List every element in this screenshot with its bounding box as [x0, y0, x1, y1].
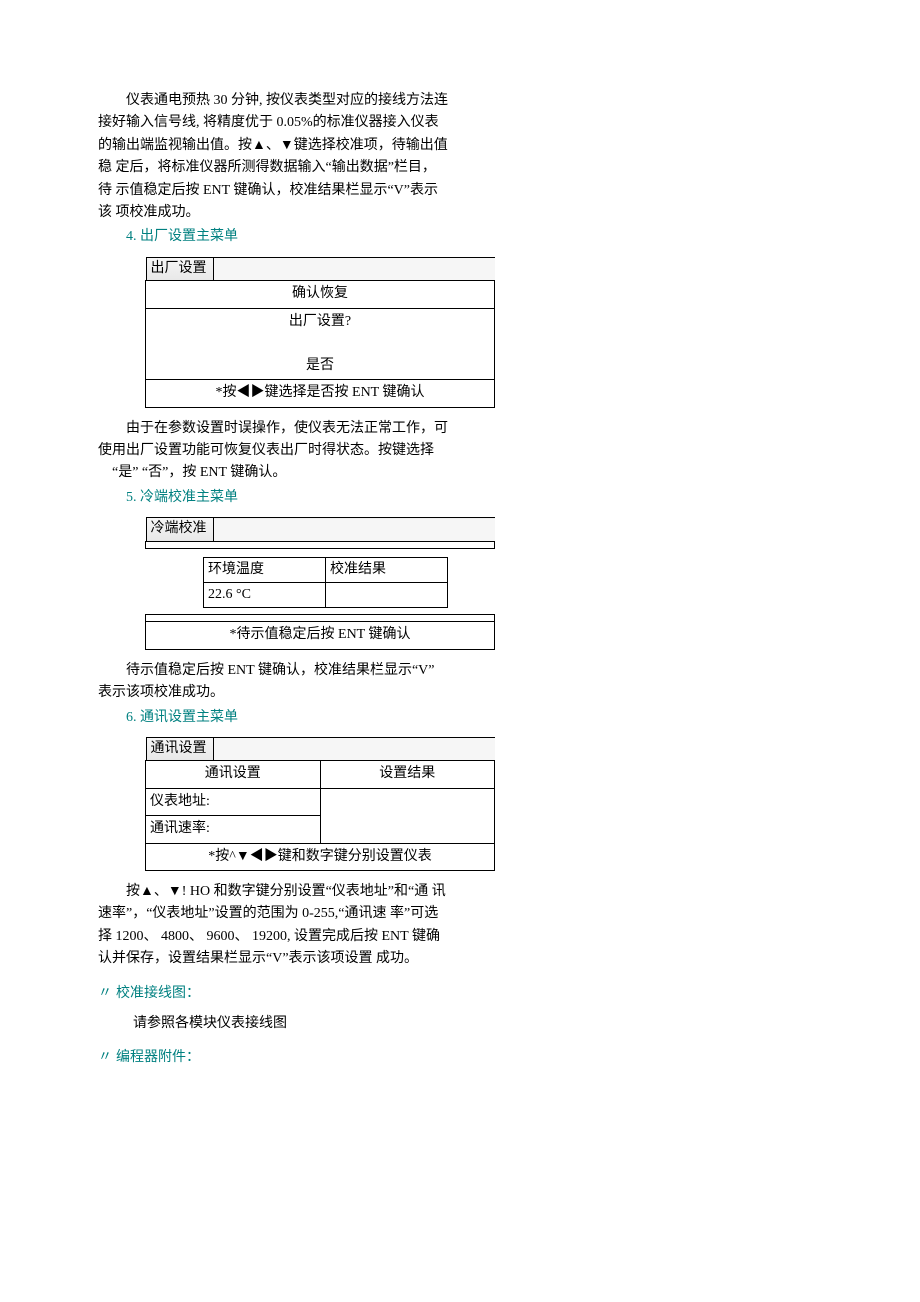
comm-settings-box: 通讯设置 通讯设置 设置结果 仪表地址: 通讯速率: *按^▼◀▶键和数字键分别… [145, 737, 495, 871]
wiring-text: 请参照各模块仪表接线图 [98, 1013, 448, 1035]
heading-5-number: 5. [126, 490, 137, 505]
accessory-heading: 〃编程器附件： [98, 1047, 448, 1069]
box5-env-value: 22.6 °C [204, 583, 326, 608]
box4-spacer [146, 335, 495, 353]
box6-col-res: 设置结果 [320, 761, 495, 788]
box6-footer: *按^▼◀▶键和数字键分别设置仪表 [146, 843, 495, 870]
colon-2: ： [186, 1050, 200, 1065]
wiring-heading: 〃校准接线图： [98, 983, 448, 1005]
p6: 按▲、▼! HO 和数字键分别设置“仪表地址”和“通 讯速率”，“仪表地址”设置… [98, 881, 448, 971]
box6-result-cell [320, 788, 495, 843]
box5-footer: *待示值稳定后按 ENT 键确认 [146, 622, 495, 649]
heading-5-title: 冷端校准主菜单 [140, 490, 238, 505]
heading-4: 4. 出厂设置主菜单 [98, 226, 448, 248]
bullet-icon-2: 〃 [98, 1050, 112, 1065]
box5-spacer-bottom [146, 615, 495, 622]
box4-line1: 确认恢复 [146, 281, 495, 308]
section5-text: 待示值稳定后按 ENT 键确认，校准结果栏显示“V” 表示该项校准成功。 6. … [98, 660, 448, 729]
p4a: 由于在参数设置时误操作，使仪表无法正常工作，可使用出厂设置功能可恢复仪表出厂时得… [98, 418, 448, 463]
box4-line2: 出厂设置? [146, 308, 495, 335]
intro-paragraph: 仪表通电预热 30 分钟, 按仪表类型对应的接线方法连 接好输入信号线, 将精度… [98, 90, 448, 224]
heading-6: 6. 通讯设置主菜单 [98, 707, 448, 729]
colon-1: ： [186, 986, 200, 1001]
heading-6-number: 6. [126, 710, 137, 725]
p5: 待示值稳定后按 ENT 键确认，校准结果栏显示“V” 表示该项校准成功。 [98, 660, 448, 705]
box5-result-value [326, 583, 448, 608]
box4-footer: *按◀▶键选择是否按 ENT 键确认 [146, 380, 495, 407]
box4-title: 出厂设置 [146, 258, 214, 280]
bullet-icon: 〃 [98, 986, 112, 1001]
box5-env-label: 环境温度 [204, 557, 326, 582]
box5-result-label: 校准结果 [326, 557, 448, 582]
heading-5: 5. 冷端校准主菜单 [98, 487, 448, 509]
wiring-title: 校准接线图 [116, 986, 186, 1001]
document-content: 仪表通电预热 30 分钟, 按仪表类型对应的接线方法连 接好输入信号线, 将精度… [98, 90, 448, 249]
section4-text: 由于在参数设置时误操作，使仪表无法正常工作，可使用出厂设置功能可恢复仪表出厂时得… [98, 418, 448, 510]
cold-calibration-data-box: 环境温度 校准结果 22.6 °C [203, 557, 448, 609]
box6-col-set: 通讯设置 [146, 761, 321, 788]
cold-calibration-title-box: 冷端校准 [145, 517, 495, 548]
heading-4-number: 4. [126, 229, 137, 244]
accessory-title: 编程器附件 [116, 1050, 186, 1065]
box6-addr: 仪表地址: [146, 788, 321, 815]
section6-text: 按▲、▼! HO 和数字键分别设置“仪表地址”和“通 讯速率”，“仪表地址”设置… [98, 881, 448, 1070]
factory-settings-box: 出厂设置 确认恢复 出厂设置? 是否 *按◀▶键选择是否按 ENT 键确认 [145, 257, 495, 408]
p4b: “是” “否”，按 ENT 键确认。 [98, 462, 448, 484]
heading-4-title: 出厂设置主菜单 [140, 229, 238, 244]
cold-calibration-footer-box: *待示值稳定后按 ENT 键确认 [145, 614, 495, 649]
box6-rate: 通讯速率: [146, 816, 321, 843]
box6-title: 通讯设置 [146, 738, 214, 760]
box4-line3: 是否 [146, 353, 495, 380]
box5-title: 冷端校准 [146, 518, 214, 540]
heading-6-title: 通讯设置主菜单 [140, 710, 238, 725]
box5-spacer-top [146, 541, 495, 548]
